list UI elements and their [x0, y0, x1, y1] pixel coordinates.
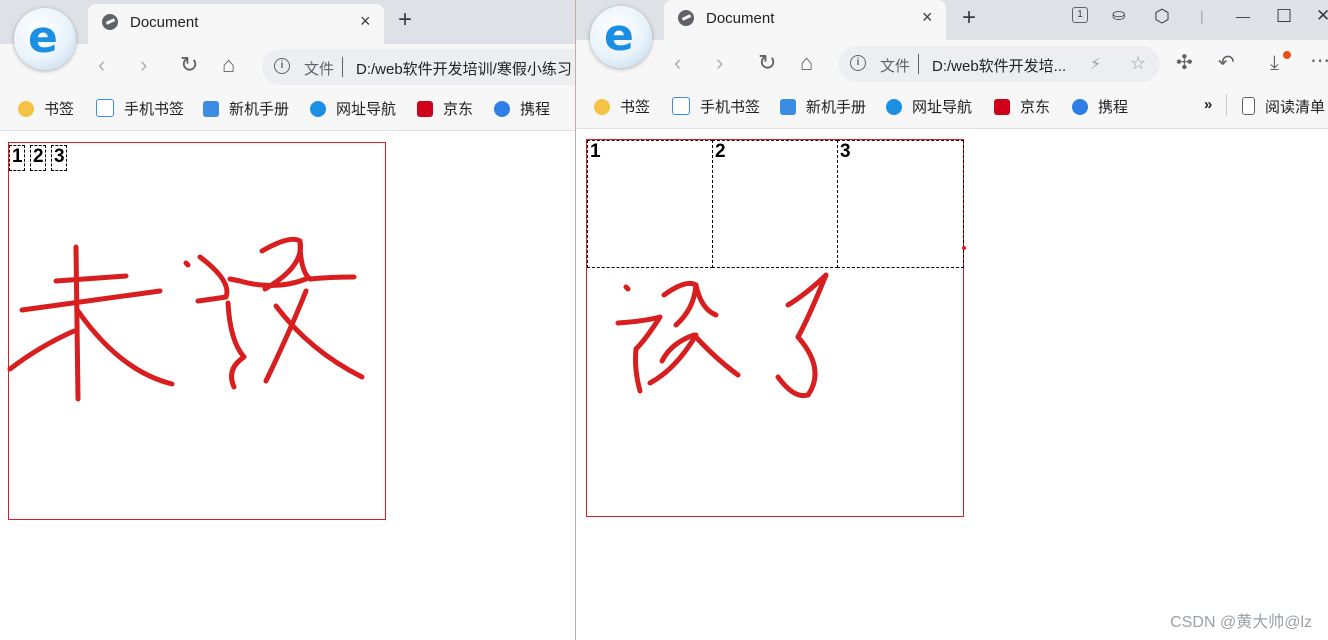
more-menu-button[interactable]: ⋯ [1310, 50, 1328, 72]
bookmark-item[interactable]: 京东 [417, 98, 473, 118]
info-icon[interactable]: i [850, 55, 866, 71]
bookmarks-bar: 书签 手机书签 新机手册 网址导航 京东 携程 [0, 88, 575, 131]
tab-title: Document [706, 10, 775, 27]
address-bar[interactable]: i 文件 D:/web软件开发培训/寒假小练习 [262, 49, 575, 85]
browser-logo-icon: e [590, 6, 652, 68]
tab-document[interactable]: Document × [88, 4, 384, 44]
bookmark-item[interactable]: 京东 [994, 96, 1050, 116]
bookmark-item[interactable]: 手机书签 [96, 98, 184, 118]
back-button[interactable]: ‹ [98, 54, 105, 76]
ctrip-icon [1072, 99, 1088, 115]
bookmark-phone-icon [672, 97, 690, 115]
bookmark-item[interactable]: 新机手册 [203, 98, 289, 118]
manual-icon [203, 101, 219, 117]
tab-document[interactable]: Document × [664, 0, 946, 40]
bookmark-item[interactable]: 新机手册 [780, 96, 866, 116]
extensions-icon[interactable]: ✣ [1176, 52, 1193, 74]
new-tab-button[interactable]: + [398, 8, 412, 32]
favorite-icon[interactable]: ☆ [1130, 53, 1146, 74]
games-icon[interactable]: ⛀ [1112, 7, 1125, 25]
address-bar[interactable]: i 文件 D:/web软件开发培... ⚡ ☆ [838, 46, 1160, 82]
tab-actions-icon[interactable]: 1 [1072, 7, 1088, 23]
maximize-button[interactable]: ☐ [1276, 7, 1292, 25]
handwritten-annotation-weishe: 未设 [7, 236, 365, 402]
back-button[interactable]: ‹ [674, 52, 681, 74]
home-button[interactable]: ⌂ [222, 54, 235, 76]
minimize-button[interactable]: — [1236, 7, 1250, 25]
bookmarks-overflow-button[interactable]: » [1204, 96, 1212, 116]
tab-strip: Document × + [0, 0, 575, 44]
manual-icon [780, 99, 796, 115]
star-icon [18, 101, 34, 117]
bookmark-item[interactable]: 书签 [594, 96, 650, 116]
handwritten-annotation-sheleA: 设了 [615, 272, 829, 399]
browser-logo-icon: e [14, 8, 76, 70]
bookmark-item[interactable]: 手机书签 [672, 96, 760, 116]
ie-nav-icon [886, 99, 902, 115]
toolbar: ‹ › ↻ ⌂ i 文件 D:/web软件开发培... ⚡ ☆ ✣ ↶ ⤓ ⋯ [576, 40, 1328, 86]
close-window-button[interactable]: ✕ [1316, 7, 1328, 25]
star-icon [594, 99, 610, 115]
reload-button[interactable]: ↻ [180, 54, 198, 76]
page-content: 1 2 3 设了 [576, 129, 1328, 640]
download-badge [1283, 51, 1291, 59]
bolt-icon[interactable]: ⚡ [1090, 54, 1101, 74]
bookmark-item[interactable]: 携程 [1072, 96, 1128, 116]
reload-button[interactable]: ↻ [758, 52, 776, 74]
address-url[interactable]: D:/web软件开发培... [932, 55, 1066, 76]
bookmark-item[interactable]: 书签 [18, 98, 74, 118]
tab-title: Document [130, 14, 199, 31]
download-icon[interactable]: ⤓ [1270, 52, 1279, 74]
undo-icon[interactable]: ↶ [1218, 52, 1235, 74]
address-scheme-label: 文件 [880, 58, 911, 75]
document-tab-icon [678, 10, 694, 26]
bookmark-item[interactable]: 携程 [494, 98, 550, 118]
new-tab-button[interactable]: + [962, 6, 976, 30]
toolbar: ‹ › ↻ ⌂ i 文件 D:/web软件开发培训/寒假小练习 [0, 44, 575, 88]
bookmark-item[interactable]: 网址导航 [310, 98, 396, 118]
reading-list-icon [1242, 97, 1255, 115]
jd-icon [417, 101, 433, 117]
tab-close-button[interactable]: × [360, 12, 371, 30]
address-separator [918, 54, 919, 74]
forward-button[interactable]: › [716, 52, 723, 74]
ie-nav-icon [310, 101, 326, 117]
address-url[interactable]: D:/web软件开发培训/寒假小练习 [356, 58, 572, 79]
ctrip-icon [494, 101, 510, 117]
left-browser-window: Document × + ‹ › ↻ ⌂ i 文件 D:/web软件开发培训/寒… [0, 0, 575, 640]
page-content: 1 2 3 未设 [0, 131, 575, 640]
bookmark-phone-icon [96, 99, 114, 117]
bookmarks-divider [1226, 94, 1227, 116]
jd-icon [994, 99, 1010, 115]
address-scheme-label: 文件 [304, 61, 335, 78]
bookmarks-bar: 书签 手机书签 新机手册 网址导航 京东 携程 » 阅读清单 [576, 86, 1328, 129]
right-browser-window: Document × + 1 ⛀ ⬡ | — ☐ ✕ ‹ › ↻ ⌂ i 文件 … [575, 0, 1328, 640]
csdn-watermark: CSDN @黄大帅@lz [1170, 614, 1312, 631]
reading-list-button[interactable]: 阅读清单 [1242, 96, 1325, 116]
document-tab-icon [102, 14, 118, 30]
tab-strip: Document × + 1 ⛀ ⬡ | — ☐ ✕ [576, 0, 1328, 40]
title-divider: | [1200, 8, 1204, 24]
tshirt-icon[interactable]: ⬡ [1154, 7, 1170, 25]
home-button[interactable]: ⌂ [800, 52, 813, 74]
tab-close-button[interactable]: × [922, 8, 933, 26]
address-separator [342, 57, 343, 77]
info-icon[interactable]: i [274, 58, 290, 74]
bookmark-item[interactable]: 网址导航 [886, 96, 972, 116]
forward-button[interactable]: › [140, 54, 147, 76]
